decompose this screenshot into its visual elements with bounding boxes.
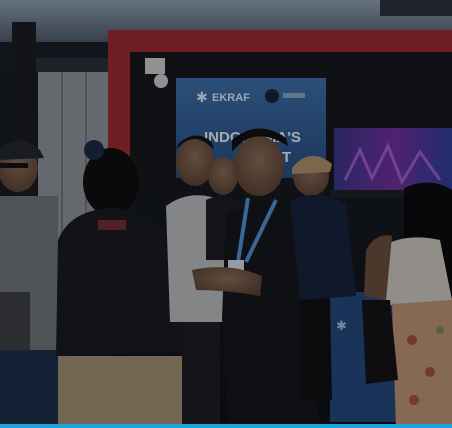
event-photo: ✱ EKRAF INDONESIA'S ST ✱ (0, 0, 452, 428)
bottom-bar (0, 424, 452, 428)
